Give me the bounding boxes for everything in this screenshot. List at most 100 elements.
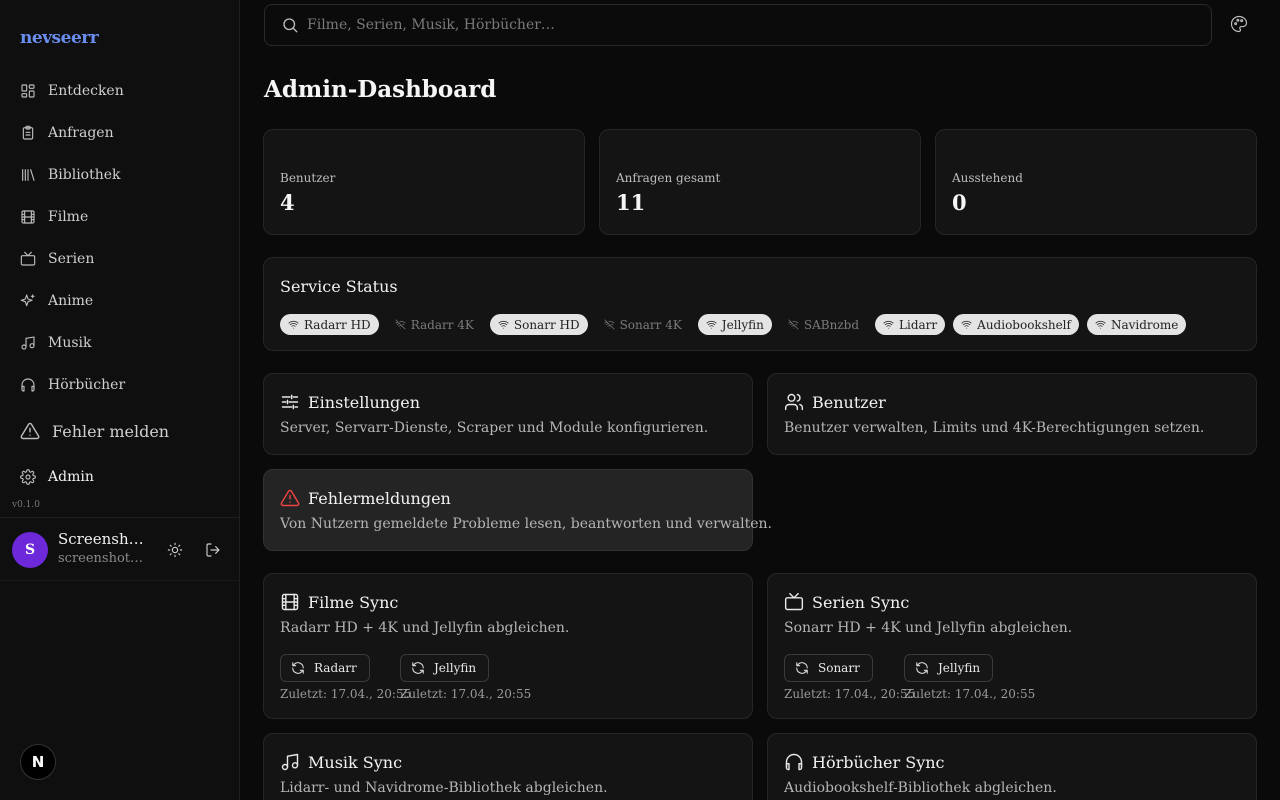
- wifi-icon: [706, 319, 722, 330]
- music-sync-desc: Lidarr- und Navidrome-Bibliothek abgleic…: [280, 780, 608, 796]
- error-reports-card[interactable]: Fehlermeldungen Von Nutzern gemeldete Pr…: [263, 469, 772, 551]
- sidebar-item-music[interactable]: Musik: [12, 326, 228, 360]
- sidebar-item-admin[interactable]: Admin: [12, 460, 228, 494]
- wifi-icon: [883, 319, 899, 330]
- settings-card[interactable]: Einstellungen Server, Servarr-Dienste, S…: [263, 373, 753, 455]
- sync-sonarr-button[interactable]: Sonarr: [784, 654, 873, 682]
- users-card[interactable]: Benutzer Benutzer verwalten, Limits und …: [767, 373, 1257, 455]
- sidebar-item-label: Filme: [48, 209, 89, 225]
- tv-icon: [784, 592, 804, 612]
- sync-last-time: Zuletzt: 17.04., 20:55: [400, 687, 532, 701]
- service-chip-label: Sonarr 4K: [619, 317, 682, 332]
- audiobooks-sync-title: Hörbücher Sync: [784, 752, 945, 772]
- stat-value: 4: [280, 190, 295, 215]
- service-chip-label: Audiobookshelf: [977, 317, 1071, 332]
- theme-toggle-button[interactable]: [165, 540, 185, 560]
- sync-jellyfin-button[interactable]: Jellyfin: [904, 654, 994, 682]
- service-chip: Lidarr: [875, 314, 946, 335]
- wifi-off-icon: [395, 319, 411, 330]
- music-sync-card: Musik Sync Lidarr- und Navidrome-Bibliot…: [263, 733, 753, 800]
- avatar[interactable]: S: [12, 532, 48, 568]
- sidebar-item-requests[interactable]: Anfragen: [12, 116, 228, 150]
- service-chip: SABnzbd: [779, 314, 868, 335]
- service-chip-label: Radarr HD: [304, 317, 371, 332]
- sync-last-time: Zuletzt: 17.04., 20:55: [280, 687, 412, 701]
- film-icon: [20, 209, 36, 225]
- sync-radarr-button[interactable]: Radarr: [280, 654, 370, 682]
- gear-icon: [20, 469, 36, 485]
- error-reports-card-desc: Von Nutzern gemeldete Probleme lesen, be…: [280, 516, 772, 532]
- sidebar-item-movies[interactable]: Filme: [12, 200, 228, 234]
- n-logo-icon[interactable]: N: [20, 744, 56, 780]
- service-chip: Sonarr HD: [489, 314, 588, 335]
- sun-icon: [167, 542, 183, 558]
- sidebar-item-label: Anfragen: [48, 125, 114, 141]
- refresh-icon: [916, 662, 928, 674]
- series-sync-title: Serien Sync: [784, 592, 909, 612]
- settings-card-desc: Server, Servarr-Dienste, Scraper und Mod…: [280, 420, 709, 436]
- search-bar: [264, 4, 1212, 46]
- service-chip-label: SABnzbd: [803, 317, 860, 332]
- audiobooks-sync-desc: Audiobookshelf-Bibliothek abgleichen.: [784, 780, 1057, 796]
- library-icon: [20, 167, 36, 183]
- service-chip: Audiobookshelf: [953, 314, 1079, 335]
- warning-icon: [280, 488, 300, 508]
- sidebar-item-label: Musik: [48, 335, 92, 351]
- app-version: v0.1.0: [12, 500, 40, 510]
- sliders-icon: [280, 392, 300, 412]
- refresh-icon: [292, 662, 304, 674]
- film-icon: [280, 592, 300, 612]
- stat-card-requests: Anfragen gesamt 11: [599, 129, 921, 235]
- sidebar-item-label: Serien: [48, 251, 95, 267]
- movies-sync-title: Filme Sync: [280, 592, 398, 612]
- sidebar-item-series[interactable]: Serien: [12, 242, 228, 276]
- refresh-icon: [796, 662, 808, 674]
- stat-card-pending: Ausstehend 0: [935, 129, 1257, 235]
- settings-card-title: Einstellungen: [280, 392, 420, 412]
- series-sync-card: Serien Sync Sonarr HD + 4K und Jellyfin …: [767, 573, 1257, 719]
- logout-icon: [206, 543, 220, 557]
- service-chip-list: Radarr HD Radarr 4K Sonarr HD Sonarr 4K Jell…: [280, 314, 1187, 335]
- wifi-icon: [1095, 319, 1111, 330]
- users-card-title: Benutzer: [784, 392, 886, 412]
- sync-jellyfin-button[interactable]: Jellyfin: [400, 654, 490, 682]
- service-chip: Sonarr 4K: [595, 314, 690, 335]
- sidebar-item-audiobooks[interactable]: Hörbücher: [12, 368, 228, 402]
- logout-button[interactable]: [203, 540, 223, 560]
- sidebar-item-anime[interactable]: Anime: [12, 284, 228, 318]
- sidebar-item-discover[interactable]: Entdecken: [12, 74, 228, 108]
- service-chip: Radarr HD: [280, 314, 379, 335]
- sync-last-time: Zuletzt: 17.04., 20:55: [904, 687, 1036, 701]
- stat-label: Benutzer: [280, 171, 336, 185]
- stat-label: Anfragen gesamt: [616, 171, 721, 185]
- service-chip-label: Radarr 4K: [410, 317, 474, 332]
- music-icon: [20, 335, 36, 351]
- wifi-icon: [288, 319, 304, 330]
- service-status-title: Service Status: [280, 277, 398, 296]
- search-input[interactable]: [307, 17, 1187, 33]
- service-chip-label: Sonarr HD: [513, 317, 580, 332]
- report-error-button[interactable]: Fehler melden: [12, 414, 228, 448]
- stat-card-users: Benutzer 4: [263, 129, 585, 235]
- audiobooks-sync-card: Hörbücher Sync Audiobookshelf-Bibliothek…: [767, 733, 1257, 800]
- wifi-icon: [498, 319, 514, 330]
- sidebar-item-library[interactable]: Bibliothek: [12, 158, 228, 192]
- palette-icon: [1230, 15, 1248, 33]
- headphones-icon: [20, 377, 36, 393]
- sparkles-icon: [20, 293, 36, 309]
- grid-icon: [20, 83, 36, 99]
- brand-logo[interactable]: nevseerr: [20, 28, 99, 48]
- user-name: Screenshot …: [58, 530, 152, 548]
- headphones-icon: [784, 752, 804, 772]
- refresh-icon: [412, 662, 424, 674]
- sidebar: nevseerr Entdecken Anfragen Bibliothek F…: [0, 0, 240, 800]
- stat-value: 11: [616, 190, 646, 215]
- service-chip: Navidrome: [1086, 314, 1187, 335]
- wifi-off-icon: [788, 319, 804, 330]
- theme-palette-button[interactable]: [1230, 15, 1250, 35]
- wifi-off-icon: [604, 319, 620, 330]
- users-icon: [784, 392, 804, 412]
- service-chip-label: Navidrome: [1110, 317, 1179, 332]
- sidebar-item-label: Bibliothek: [48, 167, 121, 183]
- movies-sync-desc: Radarr HD + 4K und Jellyfin abgleichen.: [280, 620, 570, 636]
